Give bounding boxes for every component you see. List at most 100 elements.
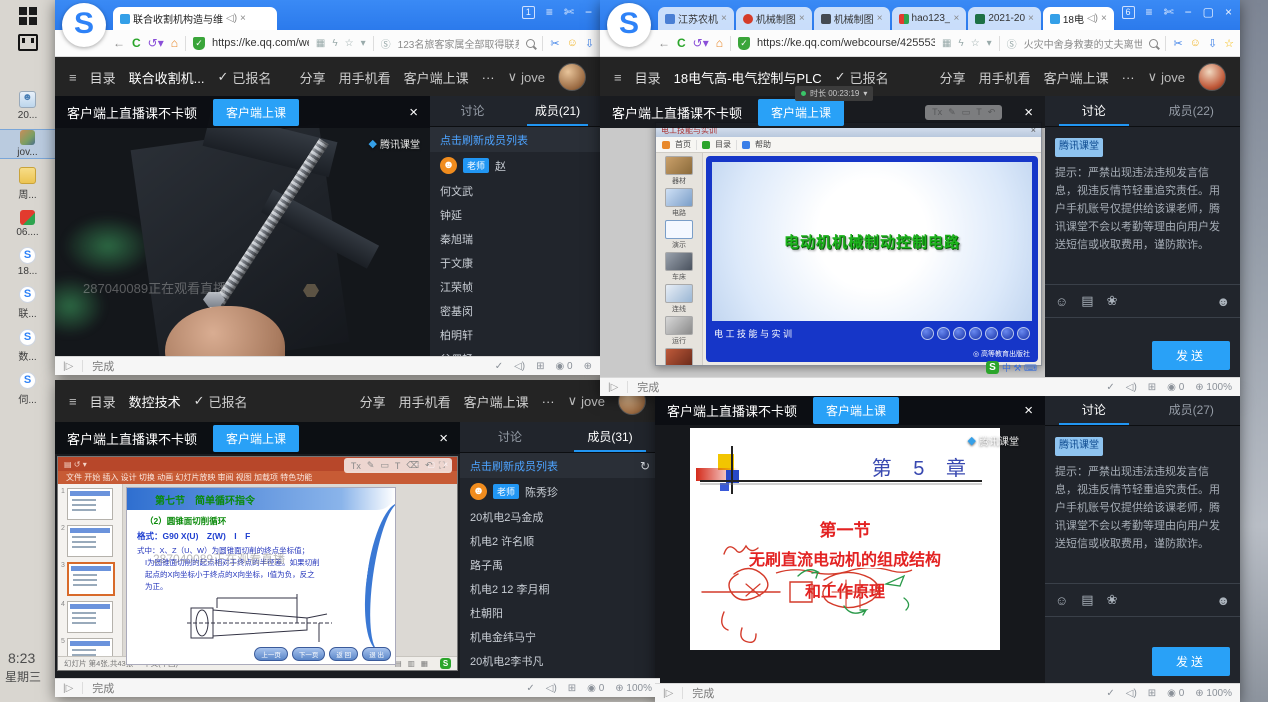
security-check-icon[interactable] (1106, 688, 1114, 699)
refresh-members-link[interactable]: 点击刷新成员列表 (430, 127, 600, 152)
sidebar-item-circuit[interactable]: 电路 (665, 188, 693, 218)
acceleration-icon[interactable] (556, 361, 565, 372)
back-icon[interactable]: ← (658, 36, 670, 50)
member-row[interactable]: 20机电2李书凡 (460, 649, 660, 673)
zoom-icon[interactable] (615, 683, 623, 694)
download-icon[interactable]: ⇩ (585, 37, 594, 50)
username[interactable]: jove (521, 70, 545, 85)
watch-on-phone-button[interactable]: 用手机看 (339, 68, 391, 87)
flash-icon[interactable]: ϟ (958, 38, 963, 49)
member-list[interactable]: 老师 赵 何文武 钟延 秦旭瑞 于文康 江荣帧 密基闵 柏明轩 谷佃畅 丁子军 … (430, 152, 600, 357)
client-class-button[interactable]: 客户端上课 (758, 99, 844, 126)
username[interactable]: jove (1161, 70, 1185, 85)
desktop-icon-app[interactable]: 06.... (0, 210, 55, 238)
emoji-icon[interactable] (1055, 593, 1068, 608)
session-count-badge[interactable]: 1 (522, 6, 535, 19)
send-button[interactable]: 发送 (1152, 341, 1230, 370)
member-row[interactable]: 秦旭瑞 (430, 227, 600, 251)
security-check-icon[interactable] (526, 683, 534, 694)
sogou-logo-icon[interactable] (607, 3, 651, 47)
minimize-button[interactable]: − (1185, 5, 1192, 19)
desktop-icon-windows[interactable] (0, 7, 55, 25)
menu-home[interactable]: 首页 (675, 139, 691, 150)
toc-label[interactable]: 目录 (90, 392, 116, 411)
screen-share-stage[interactable]: 客户端上直播课不卡顿 客户端上课 × 电工技能与实训 × 首页 (600, 96, 1045, 378)
emoji-tool-icon[interactable]: ☺ (1190, 37, 1201, 49)
https-shield-icon[interactable] (738, 37, 750, 50)
live-video-stage[interactable]: 客户端上直播课不卡顿 客户端上课 × 腾讯课堂 287040089正在观看直播 (55, 96, 430, 357)
browser-tab-active[interactable]: 联合收割机构造与维 ◁) × (113, 7, 277, 30)
address-bar[interactable]: https://ke.qq.com/we (212, 37, 309, 49)
address-bar[interactable]: https://ke.qq.com/webcourse/425553 (757, 37, 935, 49)
avatar[interactable] (1198, 63, 1226, 91)
member-row[interactable]: 钟延 (430, 203, 600, 227)
share-button[interactable]: 分享 (940, 68, 966, 87)
member-row[interactable]: 机电金纬马宁 (460, 625, 660, 649)
avatar[interactable] (558, 63, 586, 91)
member-row-teacher[interactable]: 老师 赵 (430, 152, 600, 179)
browser-tab-active[interactable]: 18电◁)× (1043, 7, 1114, 30)
member-row[interactable]: 何文武 (430, 179, 600, 203)
tab-audio-icon[interactable]: ◁) (1087, 13, 1098, 24)
acceleration-icon[interactable] (587, 683, 596, 694)
watch-on-phone-button[interactable]: 用手机看 (979, 68, 1031, 87)
dropdown-caret-icon[interactable]: ▾ (361, 38, 366, 49)
tab-members[interactable]: 成员(31) (560, 422, 660, 452)
toolbox-icon[interactable] (1148, 382, 1156, 393)
hot-search-suggestion[interactable]: 火灾中舍身救妻的丈夫离世 (1024, 36, 1143, 51)
toolbox-icon[interactable] (1148, 688, 1156, 699)
browser-titlebar[interactable]: 江苏农机× 机械制图× 机械制图× hao123_× 2021-20× 18电◁… (600, 0, 1240, 30)
acceleration-icon[interactable] (1167, 382, 1176, 393)
refresh-spinner-icon[interactable] (640, 459, 650, 473)
member-row[interactable]: 柏明轩 (430, 323, 600, 347)
dropdown-caret-icon[interactable]: ▾ (987, 38, 992, 49)
download-icon[interactable]: ⇩ (1208, 37, 1217, 50)
tab-discussion[interactable]: 讨论 (1045, 96, 1143, 126)
exit-button[interactable]: 退 出 (362, 647, 391, 661)
members-person-icon[interactable] (1216, 294, 1230, 309)
https-shield-icon[interactable] (193, 37, 205, 50)
member-row[interactable]: 密基闵 (430, 299, 600, 323)
sidebar-item-equipment[interactable]: 器材 (665, 156, 693, 186)
tab-close-icon[interactable]: × (721, 13, 727, 24)
members-person-icon[interactable] (1216, 593, 1230, 608)
minimize-button[interactable]: − (585, 5, 592, 19)
client-class-button[interactable]: 客户端上课 (213, 99, 299, 126)
prev-page-button[interactable]: 上一页 (254, 647, 288, 661)
mute-icon[interactable] (1126, 382, 1137, 393)
flash-icon[interactable]: ϟ (332, 38, 337, 49)
slide-thumbnail-selected[interactable]: 3 (61, 562, 119, 596)
acceleration-icon[interactable] (1167, 688, 1176, 699)
tab-close-icon[interactable]: × (877, 13, 883, 24)
mute-icon[interactable] (546, 683, 557, 694)
security-check-icon[interactable] (1106, 382, 1114, 393)
member-row[interactable]: 机电2 许名顺 (460, 529, 660, 553)
tab-members[interactable]: 成员(22) (1143, 96, 1241, 126)
image-icon[interactable] (1081, 293, 1093, 309)
menu-icon[interactable]: ≡ (546, 5, 553, 19)
more-icon[interactable]: ··· (1122, 70, 1135, 85)
desktop-icon-tool[interactable] (0, 34, 55, 51)
member-row[interactable]: 机电2 12 李月桐 (460, 577, 660, 601)
quick-access-icons[interactable]: ▤ ↺ ▾ (64, 460, 87, 469)
slide-thumbnail[interactable]: 1 (61, 488, 119, 520)
slide-thumbnail[interactable]: 2 (61, 525, 119, 557)
toc-menu-icon[interactable]: ≡ (69, 394, 77, 409)
class-duration-timer[interactable]: 时长 00:23:19 ▾ (795, 86, 873, 101)
more-icon[interactable]: ··· (482, 70, 495, 85)
search-icon[interactable] (526, 39, 535, 48)
toolbox-icon[interactable] (536, 361, 544, 372)
mic-icon[interactable] (1107, 293, 1118, 309)
sidebar-item-wiring[interactable]: 连线 (665, 284, 693, 314)
refresh-icon[interactable]: C (132, 36, 141, 50)
banner-close-icon[interactable]: × (1024, 402, 1033, 419)
refresh-icon[interactable]: C (677, 36, 686, 50)
share-button[interactable]: 分享 (300, 68, 326, 87)
sogou-logo-icon[interactable] (62, 3, 106, 47)
tab-members[interactable]: 成员(21) (515, 96, 600, 126)
annotation-toolbar[interactable] (925, 105, 1002, 120)
tab-discussion[interactable]: 讨论 (460, 422, 560, 452)
playback-controls[interactable] (921, 327, 1030, 340)
browser-tab[interactable]: 2021-20× (968, 7, 1041, 30)
banner-close-icon[interactable]: × (1024, 104, 1033, 121)
